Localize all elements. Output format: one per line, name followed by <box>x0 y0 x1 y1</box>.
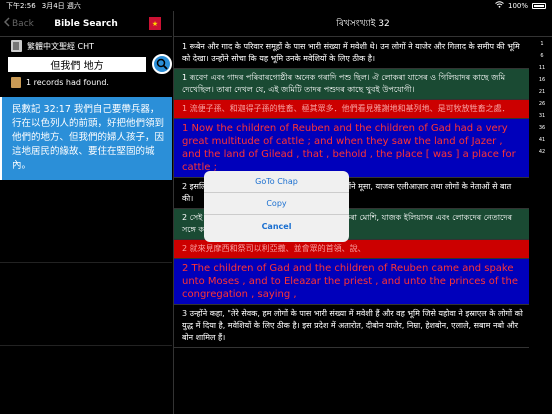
verse-row[interactable]: 3 उन्होंने कहा, "तेरे सेवक, हम लोगों के … <box>174 305 529 348</box>
verse-row[interactable]: 1 Now the children of Reuben and the chi… <box>174 119 529 178</box>
version-selector[interactable]: 繁體中文聖經 CHT <box>0 37 172 55</box>
verse-row[interactable]: 2 就來見摩西和祭司以利亞撒、並會眾的首領、說、 <box>174 240 529 259</box>
verse-row[interactable]: 2 The children of Gad and the children o… <box>174 259 529 305</box>
verse-row[interactable]: 1 ৰূবেণ এবং গাদৰ পৰিবাৰগোষ্ঠীৰ অনেক গৰাদ… <box>174 69 529 100</box>
goto-chap-button[interactable]: GoTo Chap <box>204 171 349 193</box>
empty-result-row <box>0 346 172 414</box>
chevron-left-icon <box>3 17 10 30</box>
search-button[interactable] <box>152 54 172 74</box>
search-pane: Back Bible Search ★ 繁體中文聖經 CHT 1 records… <box>0 11 172 414</box>
index-number[interactable]: 26 <box>531 98 552 110</box>
back-button[interactable]: Back <box>0 17 34 30</box>
index-number[interactable]: 6 <box>531 50 552 62</box>
book-icon <box>11 40 22 52</box>
index-number[interactable]: 1 <box>531 38 552 50</box>
status-time: 下午2:56 <box>6 1 36 10</box>
note-icon <box>11 76 21 88</box>
index-number[interactable]: 42 <box>531 146 552 158</box>
index-number[interactable]: 11 <box>531 62 552 74</box>
records-label: 1 records had found. <box>26 77 109 87</box>
cancel-button[interactable]: Cancel <box>204 215 349 237</box>
index-number[interactable]: 16 <box>531 74 552 86</box>
empty-result-row <box>0 180 172 263</box>
empty-result-row <box>0 263 172 346</box>
action-dialog: GoTo Chap Copy Cancel <box>204 171 349 242</box>
index-number[interactable]: 21 <box>531 86 552 98</box>
index-number[interactable]: 41 <box>531 134 552 146</box>
wifi-icon <box>495 1 504 10</box>
search-result-item[interactable]: 民數記 32:17 我們自己要帶兵器，行在以色列人的前頭，好把他們領到他們的地方… <box>0 97 172 180</box>
left-nav-bar: Back Bible Search ★ <box>0 11 172 37</box>
index-number[interactable]: 31 <box>531 110 552 122</box>
search-row <box>0 54 172 74</box>
verse-row[interactable]: 1 流便子孫、和迦得子孫的牲畜、極其眾多．他們看見雅謝地和基列地、是可牧放牲畜之… <box>174 100 529 119</box>
version-label: 繁體中文聖經 CHT <box>27 41 95 51</box>
chapter-title: ৰিখসংখ্যাই 32 <box>174 11 552 37</box>
verse-index[interactable]: 1 6 11 16 21 26 31 36 41 42 <box>531 38 552 158</box>
status-bar: 下午2:56 3月4日 週六 100% <box>0 0 552 11</box>
flag-icon[interactable]: ★ <box>149 17 161 30</box>
battery-icon <box>532 2 546 9</box>
index-number[interactable]: 36 <box>531 122 552 134</box>
battery-percent: 100% <box>507 1 528 10</box>
back-label: Back <box>12 18 34 29</box>
search-input[interactable] <box>8 56 146 72</box>
records-status: 1 records had found. <box>0 73 172 91</box>
search-icon <box>156 58 168 70</box>
status-date: 3月4日 週六 <box>41 1 81 10</box>
copy-button[interactable]: Copy <box>204 193 349 215</box>
verse-row[interactable]: 1 रूबेन और गाद के परिवार समूहों के पास भ… <box>174 38 529 69</box>
